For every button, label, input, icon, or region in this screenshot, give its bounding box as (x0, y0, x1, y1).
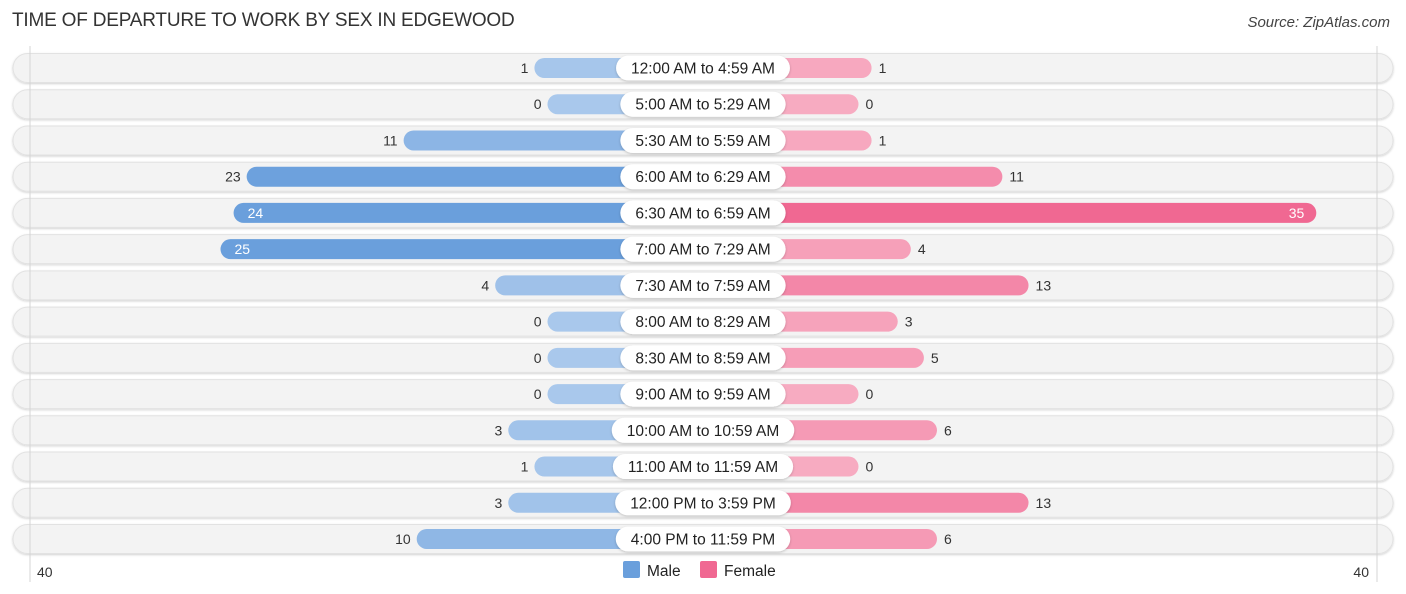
value-label-male: 3 (494, 422, 502, 438)
category-text: 5:30 AM to 5:59 AM (635, 133, 770, 150)
legend-item-male[interactable]: Male (623, 561, 681, 580)
category-label: 6:30 AM to 6:59 AM (620, 200, 786, 226)
value-label-male: 24 (248, 205, 264, 221)
category-label: 6:00 AM to 6:29 AM (620, 164, 786, 190)
value-label-female: 1 (879, 132, 887, 148)
legend-label-male: Male (647, 563, 681, 580)
value-label-male: 10 (395, 531, 411, 547)
category-label: 5:00 AM to 5:29 AM (620, 91, 786, 117)
category-text: 8:00 AM to 8:29 AM (635, 314, 770, 331)
category-text: 12:00 AM to 4:59 AM (631, 61, 775, 78)
category-text: 10:00 AM to 10:59 AM (627, 423, 780, 440)
category-label: 10:00 AM to 10:59 AM (611, 417, 795, 443)
category-text: 5:00 AM to 5:29 AM (635, 97, 770, 114)
value-label-male: 11 (383, 132, 398, 148)
axis-tick-left: 40 (37, 564, 53, 580)
category-text: 12:00 PM to 3:59 PM (630, 495, 776, 512)
value-label-female: 6 (944, 531, 952, 547)
value-label-female: 0 (866, 96, 874, 112)
category-text: 7:30 AM to 7:59 AM (635, 278, 770, 295)
value-label-female: 0 (866, 459, 874, 475)
value-label-female: 3 (905, 314, 913, 330)
category-label: 12:00 PM to 3:59 PM (615, 490, 791, 516)
category-text: 11:00 AM to 11:59 AM (628, 459, 778, 476)
category-label: 4:00 PM to 11:59 PM (615, 526, 791, 552)
legend-label-female: Female (724, 563, 776, 580)
value-label-male: 0 (534, 350, 542, 366)
value-label-male: 4 (481, 277, 489, 293)
value-label-male: 0 (534, 314, 542, 330)
category-label: 9:00 AM to 9:59 AM (620, 381, 786, 407)
value-label-female: 4 (918, 241, 926, 257)
axis-tick-right: 40 (1353, 564, 1369, 580)
value-label-female: 0 (866, 386, 874, 402)
legend-item-female[interactable]: Female (700, 561, 776, 580)
category-label: 8:00 AM to 8:29 AM (620, 309, 786, 335)
category-label: 7:30 AM to 7:59 AM (620, 272, 786, 298)
legend: Male Female (623, 561, 776, 580)
value-label-female: 35 (1289, 205, 1305, 221)
value-label-female: 13 (1036, 277, 1052, 293)
category-text: 6:30 AM to 6:59 AM (635, 205, 770, 222)
category-label: 11:00 AM to 11:59 AM (612, 454, 794, 480)
legend-swatch-male (623, 561, 640, 578)
value-label-male: 1 (521, 60, 529, 76)
value-label-female: 5 (931, 350, 939, 366)
value-label-male: 3 (494, 495, 502, 511)
value-label-male: 1 (521, 459, 529, 475)
value-label-female: 6 (944, 422, 952, 438)
category-text: 4:00 PM to 11:59 PM (631, 531, 775, 548)
bar-female[interactable] (703, 202, 1317, 223)
category-text: 8:30 AM to 8:59 AM (635, 350, 770, 367)
category-text: 7:00 AM to 7:29 AM (635, 242, 770, 259)
category-text: 6:00 AM to 6:29 AM (635, 169, 770, 186)
chart: 12:00 AM to 4:59 AM 5:00 AM to 5:29 AM 5:3… (12, 46, 1394, 582)
value-label-male: 0 (534, 96, 542, 112)
category-label: 7:00 AM to 7:29 AM (620, 236, 786, 262)
category-labels: 12:00 AM to 4:59 AM 5:00 AM to 5:29 AM 5:3… (611, 55, 795, 552)
category-label: 5:30 AM to 5:59 AM (620, 127, 786, 153)
value-label-female: 1 (879, 60, 887, 76)
legend-swatch-female (700, 561, 717, 578)
value-label-male: 25 (235, 241, 251, 257)
category-label: 8:30 AM to 8:59 AM (620, 345, 786, 371)
value-label-male: 0 (534, 386, 542, 402)
category-text: 9:00 AM to 9:59 AM (635, 387, 770, 404)
category-label: 12:00 AM to 4:59 AM (616, 55, 790, 81)
value-label-female: 11 (1009, 169, 1024, 185)
value-label-male: 23 (225, 169, 241, 185)
value-label-female: 13 (1036, 495, 1052, 511)
